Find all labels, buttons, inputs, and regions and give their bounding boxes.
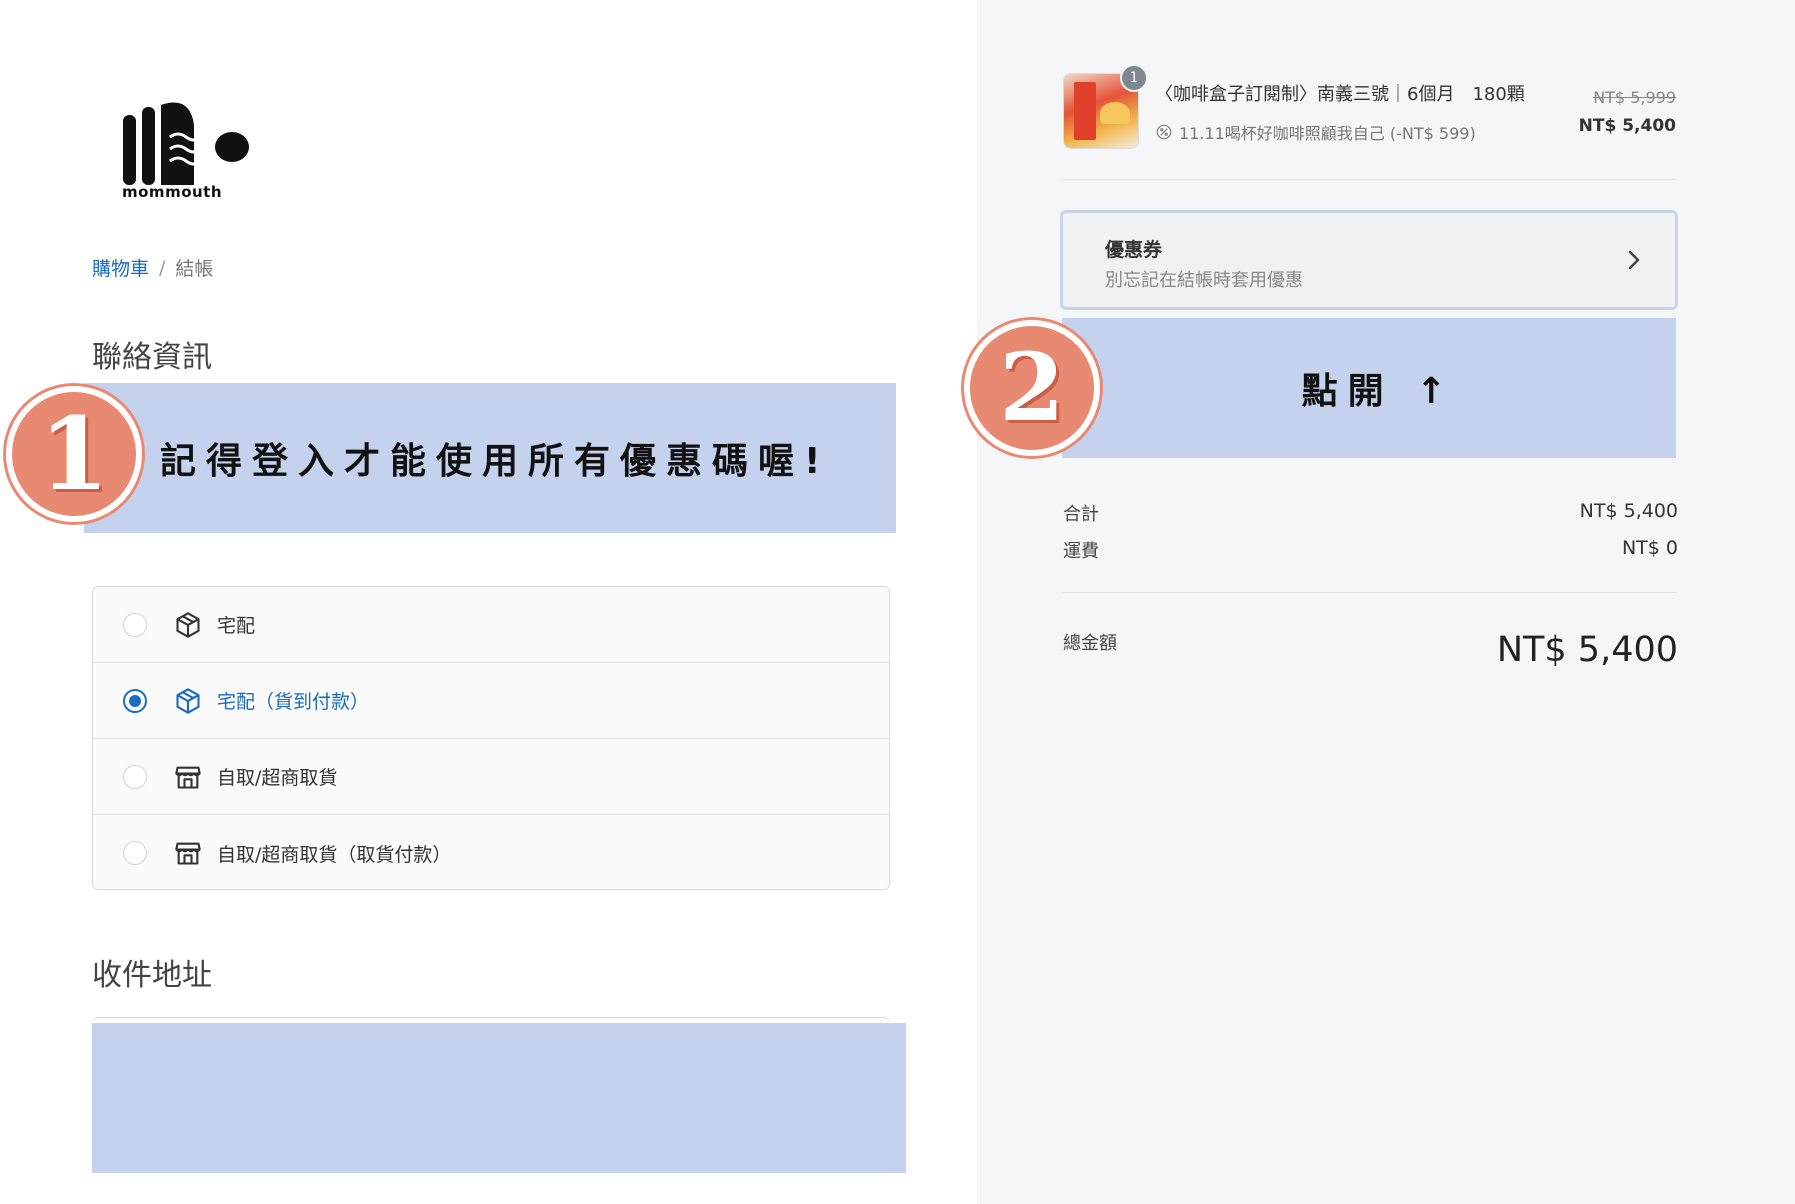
shipping-fee-value: NT$ 0	[1621, 537, 1678, 559]
shipping-option-store-pickup[interactable]: 自取/超商取貨	[93, 739, 889, 815]
thumbnail-graphic	[1074, 82, 1096, 140]
quantity-badge: 1	[1120, 64, 1148, 92]
shipping-option-label: 宅配（貨到付款）	[217, 691, 370, 713]
product-final-price: NT$ 5,400	[1578, 116, 1676, 136]
grand-total-value: NT$ 5,400	[1496, 630, 1678, 670]
breadcrumb-cart-link[interactable]: 購物車	[92, 254, 149, 281]
chevron-right-icon	[1628, 250, 1640, 270]
coupon-selector[interactable]: 優惠券 別忘記在結帳時套用優惠	[1060, 210, 1678, 310]
login-reminder-banner: 記得登入才能使用所有優惠碼喔!	[84, 383, 896, 533]
subtotal-value: NT$ 5,400	[1579, 500, 1678, 522]
contact-section-title: 聯絡資訊	[92, 340, 212, 375]
address-section-title: 收件地址	[92, 958, 212, 993]
radio-button[interactable]	[123, 764, 147, 789]
box-icon	[173, 610, 203, 640]
box-icon	[173, 686, 203, 716]
coupon-title: 優惠券	[1105, 239, 1163, 261]
grand-total-label: 總金額	[1063, 633, 1117, 654]
divider	[1063, 592, 1677, 593]
store-icon	[173, 838, 203, 868]
shipping-option-store-pickup-cod[interactable]: 自取/超商取貨（取貨付款）	[93, 815, 889, 889]
shipping-option-label: 宅配	[217, 615, 256, 637]
product-discount-text: 11.11喝杯好咖啡照顧我自己 (-NT$ 599)	[1179, 124, 1476, 143]
product-original-price: NT$ 5,999	[1593, 88, 1676, 107]
discount-tag-icon	[1156, 124, 1172, 140]
brand-logo-text: mommouth	[122, 183, 223, 201]
radio-button-checked[interactable]	[123, 688, 147, 713]
store-icon	[173, 762, 203, 792]
shipping-method-list: 宅配 宅配（貨到付款） 自取/超商取貨 自取/超商取貨（取貨付款）	[92, 586, 890, 890]
address-form-overlay	[92, 1023, 906, 1173]
breadcrumb: 購物車 / 結帳	[92, 254, 213, 281]
shipping-fee-label: 運費	[1063, 541, 1099, 562]
product-name: 〈咖啡盒子訂閱制〉南義三號｜6個月 180顆	[1155, 84, 1525, 105]
product-discount: 11.11喝杯好咖啡照顧我自己 (-NT$ 599)	[1155, 120, 1476, 144]
shipping-option-home-delivery[interactable]: 宅配	[93, 587, 889, 663]
radio-button[interactable]	[123, 841, 147, 865]
shipping-option-label: 自取/超商取貨	[217, 767, 338, 789]
login-reminder-text: 記得登入才能使用所有優惠碼喔!	[160, 441, 831, 482]
thumbnail-graphic	[1100, 102, 1130, 124]
open-coupon-text: 點開 ↑	[1301, 371, 1457, 412]
shipping-option-home-delivery-cod[interactable]: 宅配（貨到付款）	[93, 663, 889, 739]
step-1-badge: 1	[6, 386, 142, 522]
open-coupon-banner: 點開 ↑	[1062, 318, 1676, 458]
order-summary-pane	[977, 0, 1795, 1204]
step-2-number: 2	[999, 333, 1065, 443]
shipping-option-label: 自取/超商取貨（取貨付款）	[217, 843, 452, 866]
divider	[1063, 179, 1677, 180]
step-1-number: 1	[39, 395, 109, 513]
radio-button[interactable]	[123, 612, 147, 637]
subtotal-label: 合計	[1063, 504, 1099, 525]
coupon-subtitle: 別忘記在結帳時套用優惠	[1105, 270, 1303, 291]
step-2-badge: 2	[964, 320, 1100, 456]
breadcrumb-separator: /	[159, 256, 166, 279]
breadcrumb-current: 結帳	[175, 258, 214, 280]
